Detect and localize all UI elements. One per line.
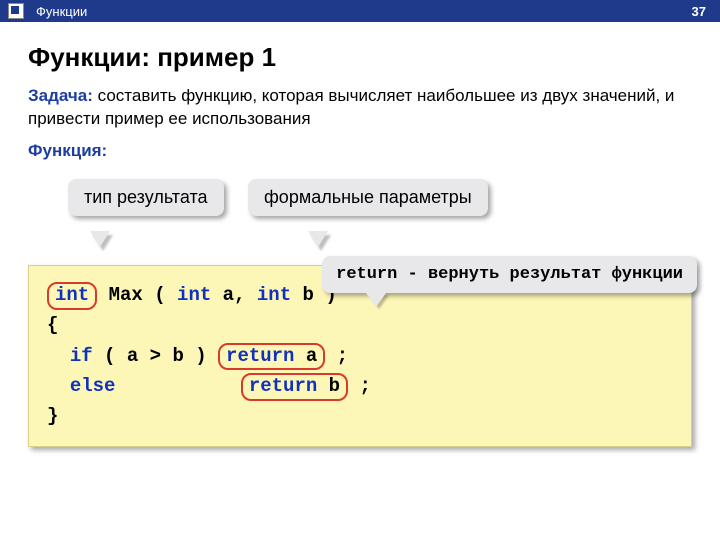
code-block: return - вернуть результат функции int M…	[28, 265, 692, 447]
code-line-2: {	[47, 310, 673, 340]
code-name: Max (	[97, 284, 177, 306]
callout-formal-params-text: формальные параметры	[264, 187, 472, 207]
code-line-3: if ( a > b ) return a ;	[47, 341, 673, 371]
code-ret2-val: b	[317, 375, 340, 397]
code-ret1-val: a	[294, 345, 317, 367]
code-else-pad	[115, 375, 240, 397]
section-label: Функции	[36, 4, 87, 19]
callout-result-type: тип результата	[68, 179, 224, 217]
task-paragraph: Задача: составить функцию, которая вычис…	[28, 85, 692, 131]
callout-return-tail	[366, 293, 386, 307]
callout-tail-2	[308, 231, 328, 247]
callout-return-kw: return	[336, 265, 397, 284]
topbar: Функции 37	[0, 0, 720, 22]
code-ret1-kw: return	[226, 345, 294, 367]
task-label: Задача:	[28, 86, 93, 105]
callout-tail	[90, 231, 110, 247]
slide-content: Функции: пример 1 Задача: составить функ…	[0, 22, 720, 447]
code-semi1: ;	[325, 345, 348, 367]
callout-result-type-text: тип результата	[84, 187, 208, 207]
callout-return: return - вернуть результат функции	[322, 256, 697, 293]
page-title: Функции: пример 1	[28, 42, 692, 73]
code-line-4: else return b ;	[47, 371, 673, 401]
callout-formal-params: формальные параметры	[248, 179, 488, 217]
code-p1-name: a	[211, 284, 234, 306]
code-line-5: }	[47, 401, 673, 431]
code-if-kw: if	[70, 345, 93, 367]
code-p2-name: b	[291, 284, 314, 306]
page-number: 37	[692, 4, 706, 19]
callout-return-text: - вернуть результат функции	[397, 265, 683, 284]
code-ret2-kw: return	[249, 375, 317, 397]
code-if-cond: ( a > b )	[93, 345, 218, 367]
code-else-kw: else	[70, 375, 116, 397]
task-text: составить функцию, которая вычисляет наи…	[28, 86, 674, 128]
code-p1-type: int	[177, 284, 211, 306]
code-semi2: ;	[348, 375, 371, 397]
callout-row: тип результата формальные параметры	[28, 179, 692, 259]
logo-icon	[8, 3, 24, 19]
function-label: Функция:	[28, 141, 692, 161]
code-p2-type: int	[257, 284, 291, 306]
code-return-type: int	[55, 284, 89, 306]
code-comma: ,	[234, 284, 257, 306]
